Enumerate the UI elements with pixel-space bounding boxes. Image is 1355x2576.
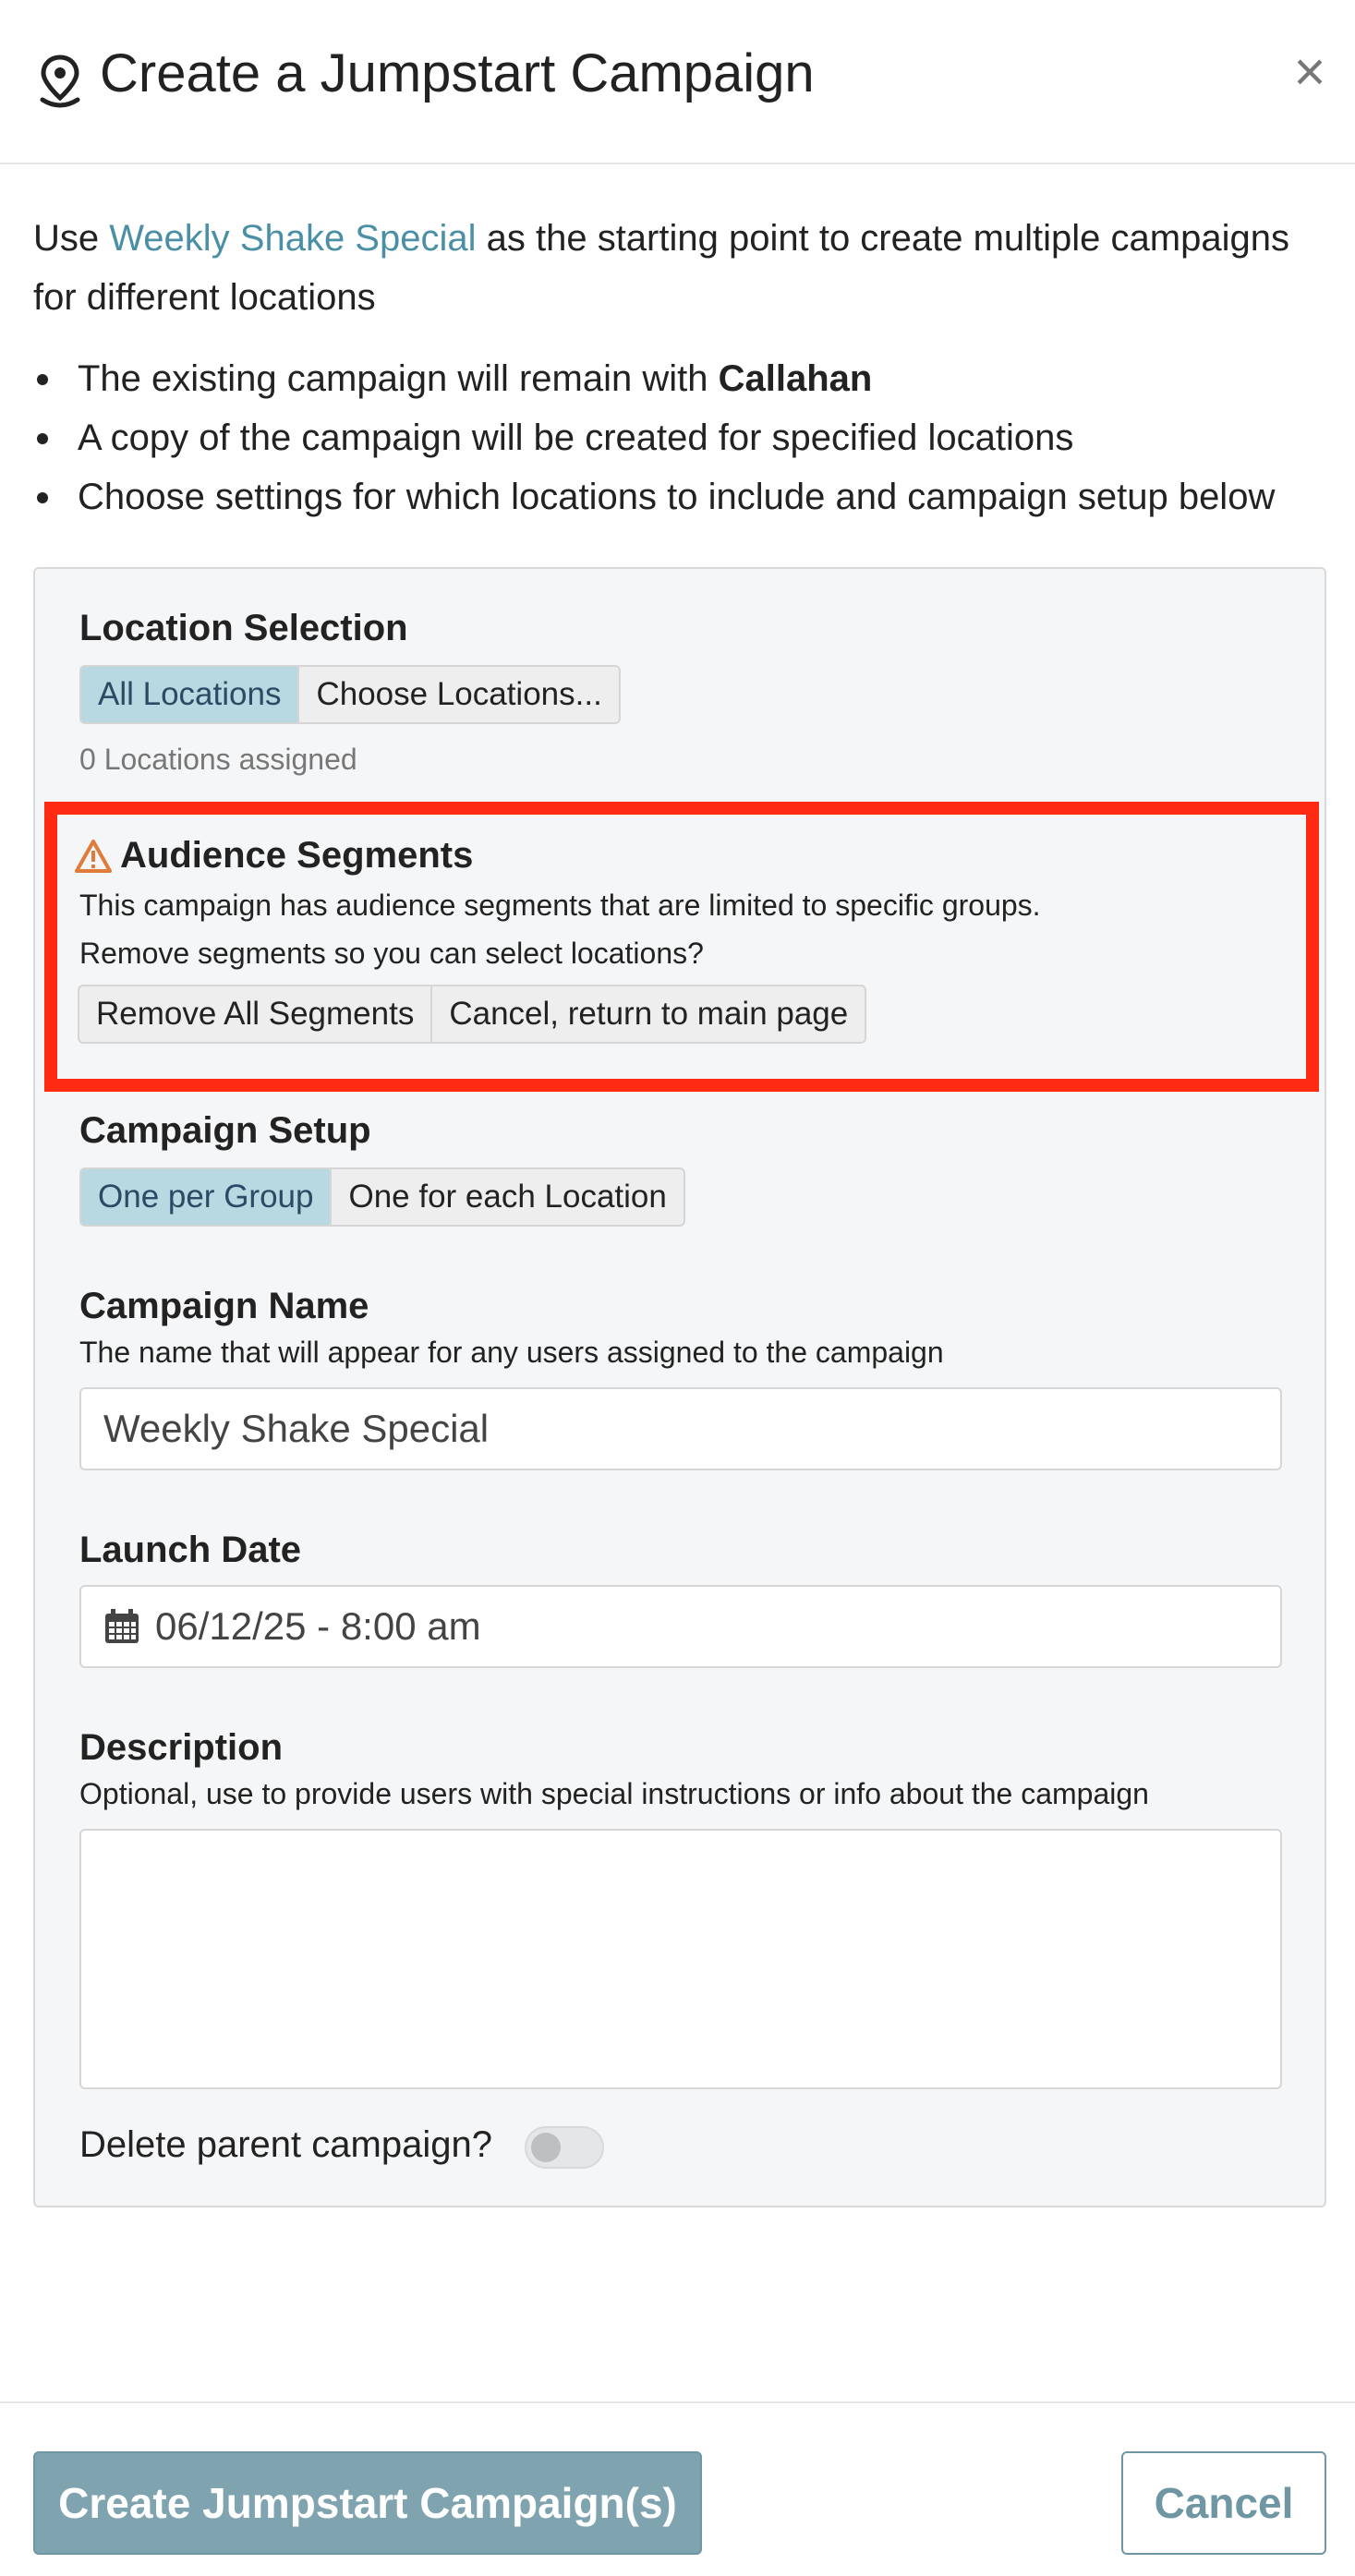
description-textarea[interactable] [79, 1829, 1282, 2089]
audience-segments-title: Audience Segments [120, 835, 474, 876]
audience-segments-alert: Audience Segments This campaign has audi… [44, 802, 1319, 1092]
campaign-name-label: Campaign Name [79, 1286, 369, 1326]
launch-date-label: Launch Date [79, 1530, 302, 1570]
audience-segments-actions: Remove All Segments Cancel, return to ma… [78, 985, 867, 1044]
cancel-return-button[interactable]: Cancel, return to main page [432, 986, 865, 1042]
campaign-name-input[interactable]: Weekly Shake Special [79, 1387, 1282, 1470]
info-list: The existing campaign will remain with C… [33, 349, 1345, 526]
modal-footer: Create Jumpstart Campaign(s) Cancel [0, 2401, 1355, 2576]
audience-segments-message: This campaign has audience segments that… [79, 889, 1041, 922]
modal-header: Create a Jumpstart Campaign × [0, 0, 1355, 164]
delete-parent-label: Delete parent campaign? [79, 2124, 492, 2165]
calendar-icon [105, 1609, 139, 1643]
toggle-knob [531, 2133, 561, 2162]
campaign-name-help: The name that will appear for any users … [79, 1336, 944, 1369]
create-jumpstart-button[interactable]: Create Jumpstart Campaign(s) [33, 2451, 702, 2555]
campaign-setup-label: Campaign Setup [79, 1110, 371, 1151]
intro-text: Use Weekly Shake Special as the starting… [33, 209, 1326, 327]
settings-panel: Location Selection All Locations Choose … [33, 567, 1326, 2207]
map-pin-icon [40, 54, 80, 108]
owner-name: Callahan [718, 358, 873, 399]
launch-date-value: 06/12/25 - 8:00 am [155, 1604, 481, 1648]
close-icon[interactable]: × [1284, 44, 1336, 100]
delete-parent-toggle[interactable] [525, 2126, 604, 2169]
launch-date-input[interactable]: 06/12/25 - 8:00 am [79, 1585, 1282, 1668]
one-per-group-button[interactable]: One per Group [81, 1169, 333, 1225]
intro-prefix: Use [33, 218, 110, 259]
list-item: A copy of the campaign will be created f… [33, 408, 1345, 467]
location-selection-toggle: All Locations Choose Locations... [79, 665, 621, 724]
description-label: Description [79, 1727, 284, 1768]
cancel-button[interactable]: Cancel [1121, 2451, 1326, 2555]
all-locations-button[interactable]: All Locations [81, 667, 300, 722]
modal-title: Create a Jumpstart Campaign [100, 43, 815, 103]
bullet-1-text: The existing campaign will remain with [78, 358, 719, 399]
campaign-setup-toggle: One per Group One for each Location [79, 1167, 685, 1227]
choose-locations-button[interactable]: Choose Locations... [299, 667, 618, 722]
location-selection-label: Location Selection [79, 608, 408, 648]
remove-all-segments-button[interactable]: Remove All Segments [79, 986, 433, 1042]
list-item: Choose settings for which locations to i… [33, 467, 1345, 526]
warning-icon [75, 840, 112, 873]
one-for-each-location-button[interactable]: One for each Location [332, 1169, 683, 1225]
campaign-link[interactable]: Weekly Shake Special [109, 218, 476, 259]
locations-assigned-count: 0 Locations assigned [79, 743, 357, 776]
list-item: The existing campaign will remain with C… [33, 349, 1345, 408]
audience-segments-question: Remove segments so you can select locati… [79, 937, 704, 970]
description-help: Optional, use to provide users with spec… [79, 1777, 1149, 1810]
